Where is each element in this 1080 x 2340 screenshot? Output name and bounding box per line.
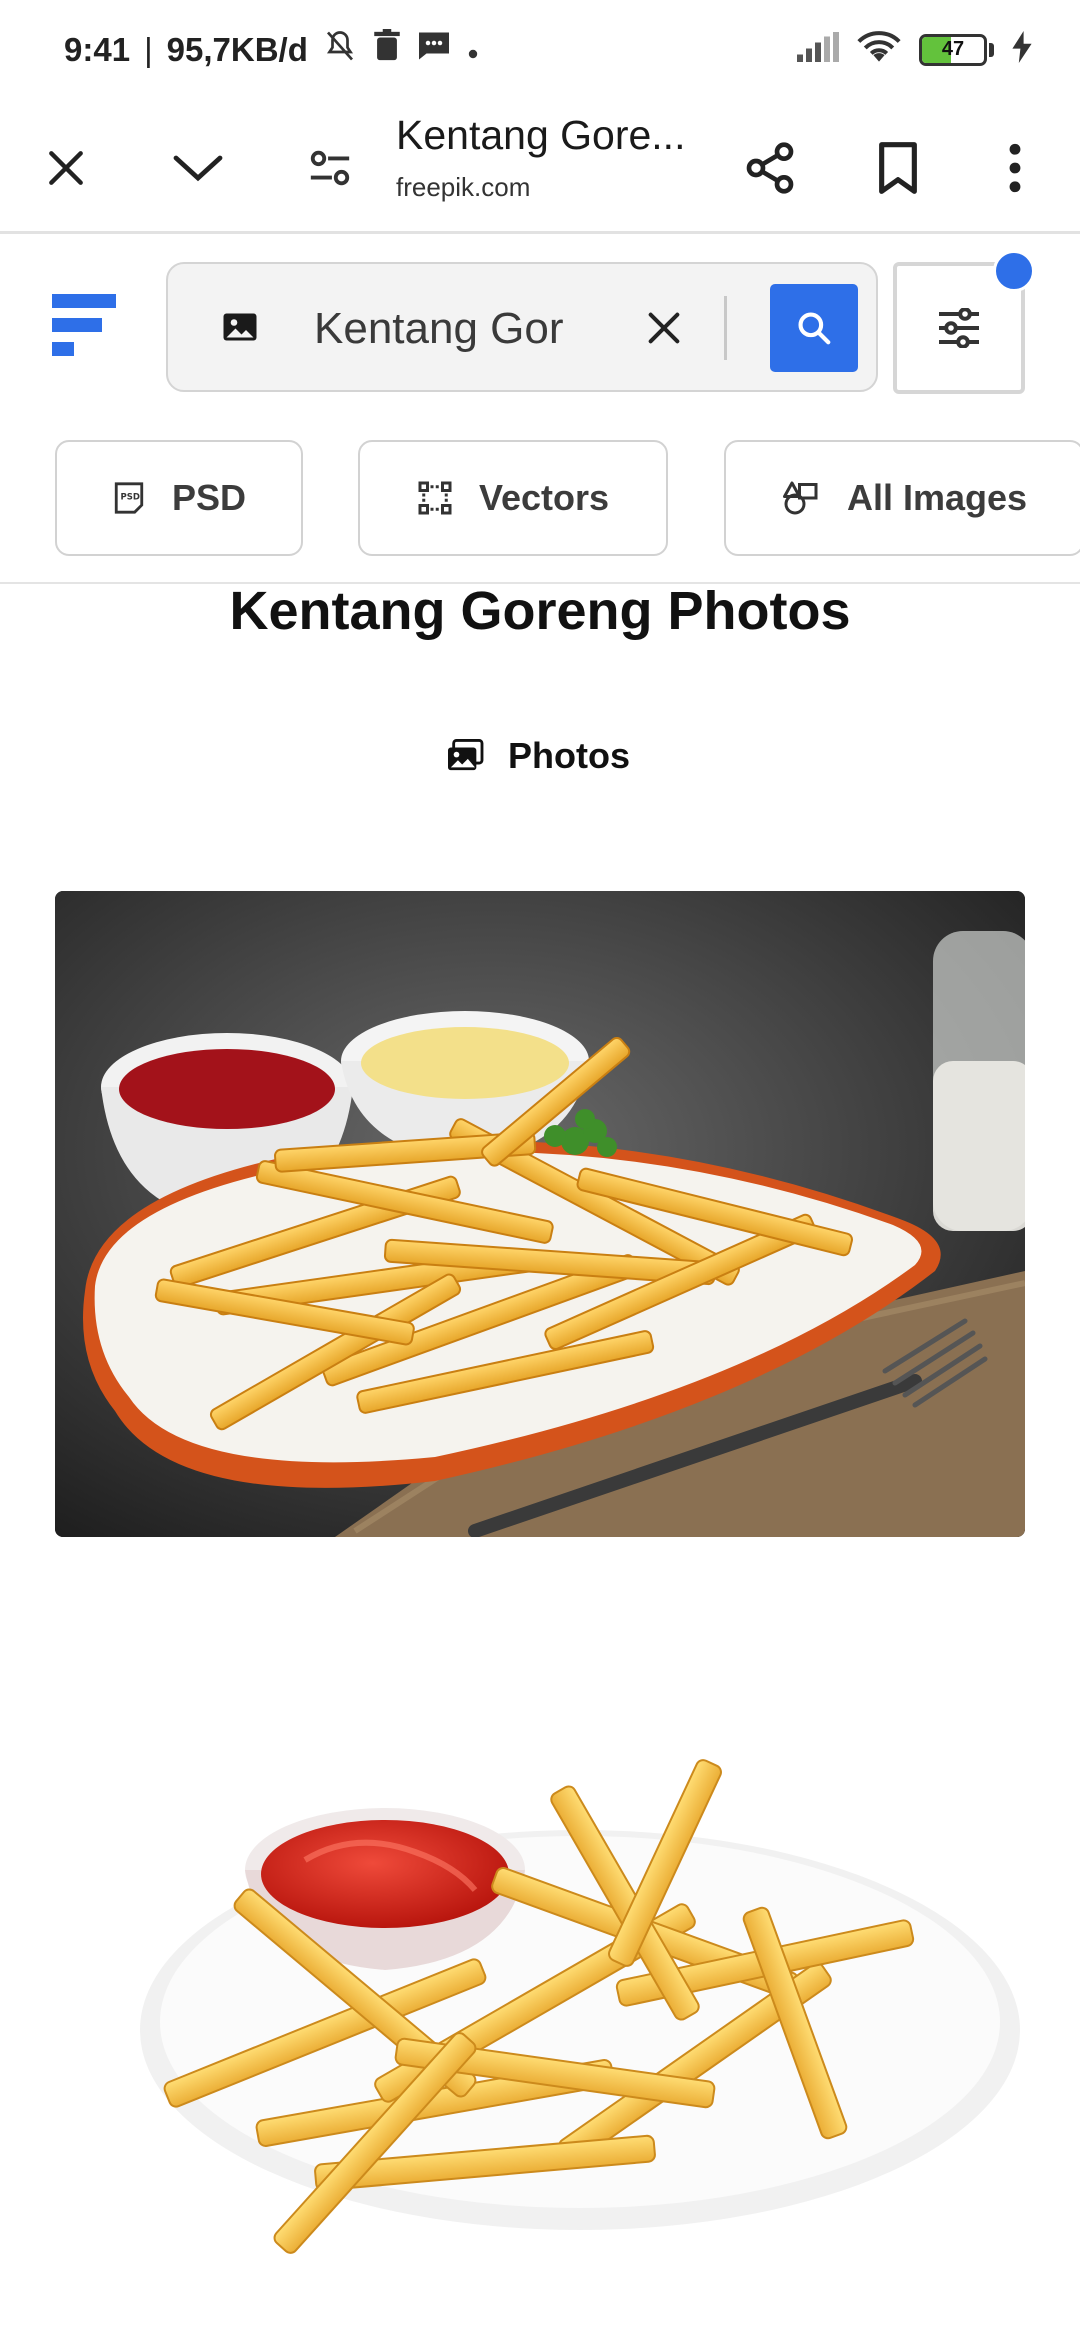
clear-search-icon[interactable] bbox=[644, 308, 684, 353]
signal-icon bbox=[797, 32, 839, 67]
chip-vectors[interactable]: Vectors bbox=[358, 440, 668, 556]
status-left: 9:41 | 95,7KB/d bbox=[64, 28, 480, 72]
site-settings-icon[interactable] bbox=[294, 132, 366, 204]
share-icon[interactable] bbox=[728, 126, 812, 210]
status-separator: | bbox=[144, 31, 153, 68]
chip-psd-label: PSD bbox=[171, 477, 247, 518]
fries-white-plate-image bbox=[55, 1590, 1025, 2310]
search-box[interactable]: Kentang Gor bbox=[166, 262, 878, 392]
trash-icon bbox=[372, 29, 402, 71]
photos-icon bbox=[448, 739, 484, 771]
page-domain[interactable]: freepik.com bbox=[396, 172, 530, 203]
search-input[interactable]: Kentang Gor bbox=[314, 304, 564, 354]
status-time: 9:41 bbox=[64, 31, 131, 68]
svg-text:PSD: PSD bbox=[120, 492, 139, 502]
more-vert-icon[interactable] bbox=[978, 126, 1052, 210]
photo-result-1[interactable] bbox=[55, 891, 1025, 1537]
bookmark-icon[interactable] bbox=[856, 126, 940, 210]
chip-psd[interactable]: PSD PSD bbox=[55, 440, 303, 556]
charging-icon bbox=[1012, 31, 1032, 68]
fries-plate-image bbox=[55, 891, 1025, 1537]
search-icon bbox=[798, 312, 831, 345]
photo-result-2[interactable] bbox=[55, 1590, 1025, 2310]
image-search-icon bbox=[222, 312, 258, 347]
message-icon bbox=[416, 29, 452, 71]
page-heading: Kentang Goreng Photos bbox=[229, 581, 851, 641]
battery-tip bbox=[989, 42, 994, 57]
vector-icon bbox=[418, 481, 452, 515]
dot-icon bbox=[466, 31, 480, 69]
freepik-logo-icon[interactable] bbox=[52, 294, 116, 365]
category-photos[interactable]: Photos bbox=[446, 735, 630, 777]
status-bar: 9:41 | 95,7KB/d 47 bbox=[0, 0, 1080, 100]
wifi-icon bbox=[857, 30, 901, 69]
filter-active-dot bbox=[993, 250, 1035, 292]
battery-icon: 47 bbox=[919, 33, 987, 66]
category-photos-label: Photos bbox=[508, 735, 630, 776]
chip-all-images-label: All Images bbox=[846, 477, 1028, 518]
page-title[interactable]: Kentang Gore... bbox=[396, 112, 685, 159]
all-images-icon bbox=[782, 481, 818, 515]
chip-all-images[interactable]: All Images bbox=[724, 440, 1080, 556]
status-net-speed: 95,7KB/d bbox=[166, 31, 308, 68]
psd-icon: PSD bbox=[114, 482, 144, 514]
close-icon[interactable] bbox=[30, 132, 102, 204]
search-button[interactable] bbox=[770, 284, 858, 372]
chevron-down-icon[interactable] bbox=[162, 132, 234, 204]
mute-icon bbox=[322, 28, 358, 72]
battery-level: 47 bbox=[941, 38, 965, 60]
status-right: 47 bbox=[797, 30, 1032, 69]
chip-vectors-label: Vectors bbox=[478, 477, 610, 518]
filter-sliders-icon bbox=[939, 308, 979, 348]
browser-toolbar: Kentang Gore... freepik.com bbox=[0, 100, 1080, 234]
site-header: Kentang Gor PSD PSD Vectors All Images bbox=[0, 234, 1080, 584]
search-divider bbox=[724, 296, 727, 360]
